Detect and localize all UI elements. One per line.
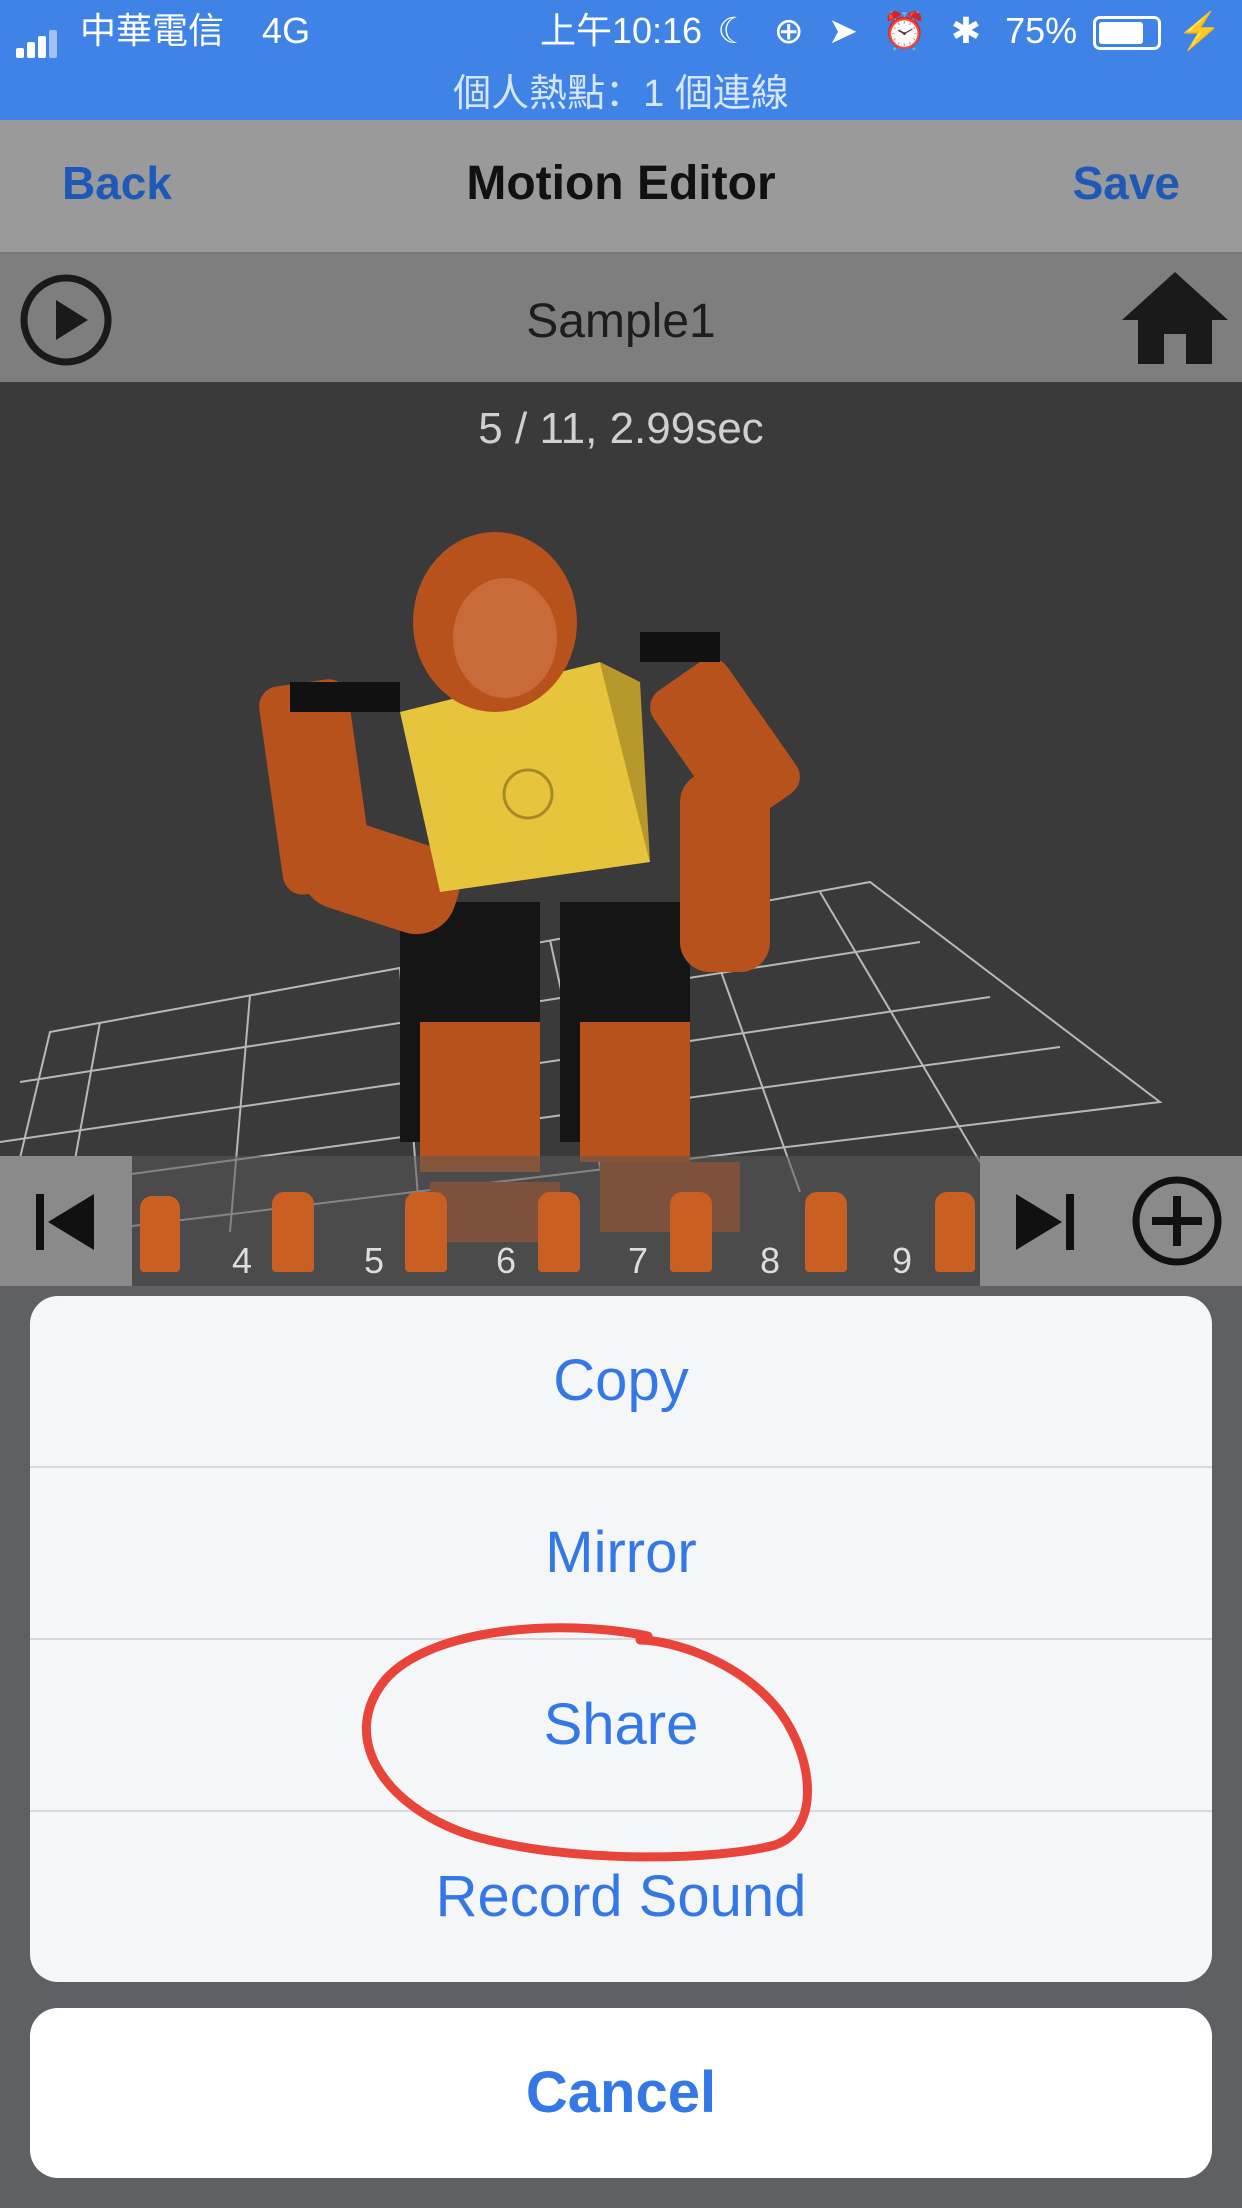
motion-header: Sample1 xyxy=(0,254,1242,382)
frame-number: 6 xyxy=(496,1240,517,1281)
home-icon[interactable] xyxy=(1120,268,1230,368)
robot-viewport[interactable]: 5 / 11, 2.99sec xyxy=(0,382,1242,1286)
frame-number: 4 xyxy=(232,1240,253,1281)
orientation-lock-icon: ⊕ xyxy=(773,10,804,51)
cancel-button[interactable]: Cancel xyxy=(30,2008,1212,2178)
location-icon: ➤ xyxy=(827,10,859,51)
skip-forward-icon[interactable] xyxy=(1014,1192,1076,1252)
battery-percent: 75% xyxy=(1005,10,1078,51)
hotspot-banner[interactable]: 個人熱點：1 個連線 xyxy=(0,62,1242,117)
add-frame-icon[interactable] xyxy=(1130,1174,1224,1268)
motion-name: Sample1 xyxy=(526,295,716,348)
copy-option[interactable]: Copy xyxy=(30,1296,1212,1468)
save-button[interactable]: Save xyxy=(1073,156,1180,210)
action-sheet: Copy Mirror Share Record Sound xyxy=(30,1296,1212,1982)
frame-thumbnail[interactable] xyxy=(805,1192,847,1272)
frame-thumbnail[interactable] xyxy=(670,1192,712,1272)
battery-icon xyxy=(1093,16,1162,51)
skip-back-icon[interactable] xyxy=(34,1192,96,1252)
frame-thumbnail[interactable] xyxy=(272,1192,314,1272)
nav-bar: Back Motion Editor Save xyxy=(0,120,1242,254)
alarm-icon: ⏰ xyxy=(882,10,927,51)
frame-thumbnail[interactable] xyxy=(935,1192,975,1272)
frame-number: 7 xyxy=(628,1240,649,1281)
page-title: Motion Editor xyxy=(466,157,776,210)
record-sound-option[interactable]: Record Sound xyxy=(30,1812,1212,1982)
frame-number: 5 xyxy=(364,1240,385,1281)
frame-number: 8 xyxy=(760,1240,781,1281)
frame-thumbnail[interactable] xyxy=(538,1192,580,1272)
share-option[interactable]: Share xyxy=(30,1640,1212,1812)
moon-icon: ☾ xyxy=(717,10,750,51)
frame-thumbnail[interactable] xyxy=(140,1196,180,1272)
status-right: ☾ ⊕ ➤ ⏰ ✱ 75% ⚡ xyxy=(717,6,1222,56)
frame-thumbnail[interactable] xyxy=(405,1192,447,1272)
mirror-option[interactable]: Mirror xyxy=(30,1468,1212,1640)
bluetooth-icon: ✱ xyxy=(950,10,982,51)
frame-timeline[interactable]: 4 5 6 7 8 9 xyxy=(0,1156,1242,1286)
frame-number: 9 xyxy=(892,1240,913,1281)
status-bar: 中華電信 4G 上午10:16 ☾ ⊕ ➤ ⏰ ✱ 75% ⚡ 個人熱點：1 個… xyxy=(0,0,1242,120)
robot-3d-model xyxy=(0,532,1163,1244)
charging-icon: ⚡ xyxy=(1177,10,1222,51)
